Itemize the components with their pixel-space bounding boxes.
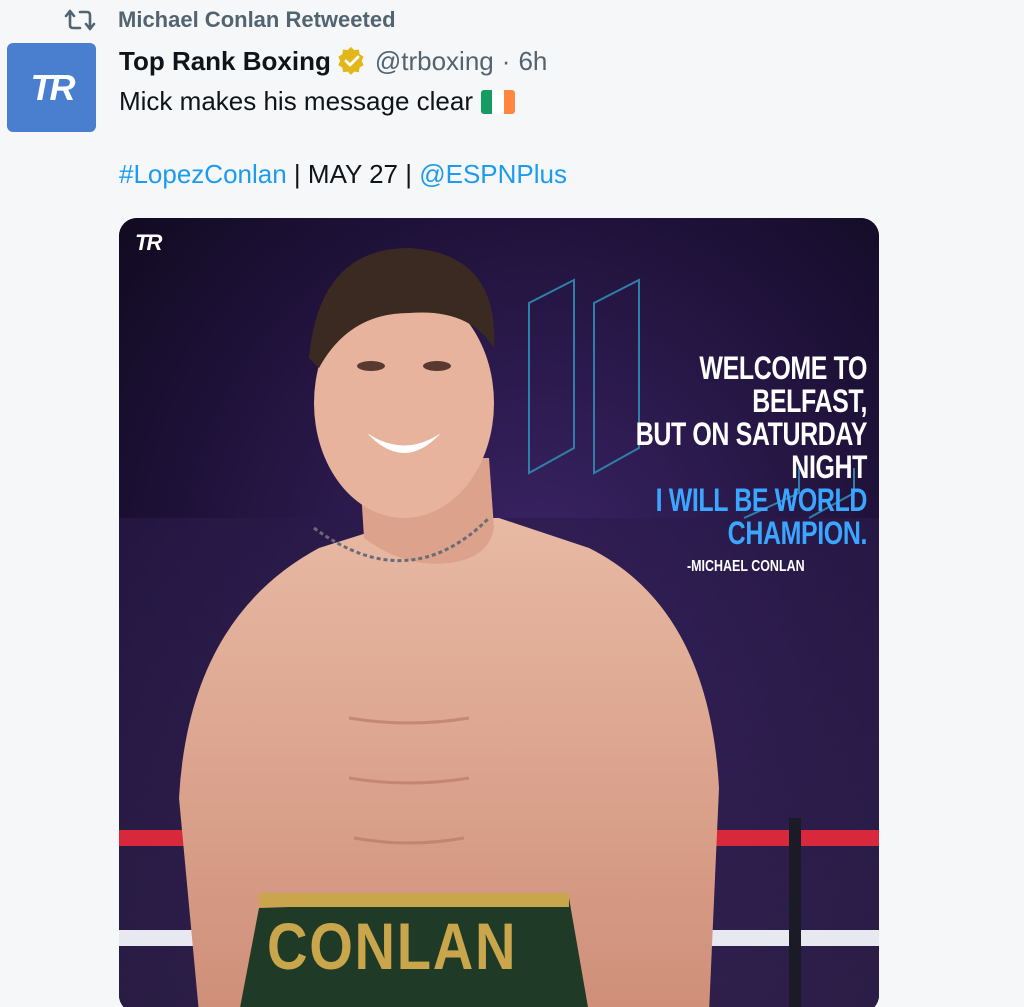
retweet-icon xyxy=(64,7,96,33)
media-logo: TR xyxy=(135,230,162,255)
quote-attribution: -MICHAEL CONLAN xyxy=(686,558,805,575)
author-avatar[interactable]: TR xyxy=(7,43,96,132)
mention-link[interactable]: @ESPNPlus xyxy=(419,159,567,189)
retweet-label: Michael Conlan Retweeted xyxy=(118,7,396,32)
tweet-text: Mick makes his message clear xyxy=(119,86,515,117)
tweet-media-image[interactable]: TR WELCOME TO BELFAST, BUT ON SATURDAY N… xyxy=(119,218,879,1007)
boxer-photo-illustration xyxy=(119,218,879,1007)
header-separator: · xyxy=(501,45,511,76)
shorts-lettering: CONLAN xyxy=(267,909,518,983)
author-name[interactable]: Top Rank Boxing xyxy=(119,46,331,77)
tags-separator-1: | xyxy=(286,159,308,189)
tweet-card[interactable]: Michael Conlan Retweeted TR Top Rank Box… xyxy=(0,0,1024,1007)
quote-line-2: BUT ON SATURDAY NIGHT xyxy=(635,416,868,485)
author-handle[interactable]: @trboxing xyxy=(375,46,494,77)
ireland-flag-icon xyxy=(481,89,515,114)
quote-line-3: I WILL BE WORLD CHAMPION. xyxy=(655,482,868,551)
media-quote: WELCOME TO BELFAST, BUT ON SATURDAY NIGH… xyxy=(602,350,868,576)
verified-badge-icon[interactable] xyxy=(337,46,367,76)
retweet-context[interactable]: Michael Conlan Retweeted xyxy=(64,4,396,36)
avatar-logo: TR xyxy=(30,66,76,108)
event-date: MAY 27 xyxy=(307,159,398,189)
tweet-body: Mick makes his message clear xyxy=(119,86,473,116)
tweet-timestamp[interactable]: 6h xyxy=(518,46,547,77)
tweet-header: Top Rank Boxing @trboxing · 6h xyxy=(119,42,547,80)
quote-line-1: WELCOME TO BELFAST, xyxy=(699,350,867,419)
tags-separator-2: | xyxy=(398,159,420,189)
tweet-tags-line: #LopezConlan | MAY 27 | @ESPNPlus xyxy=(119,159,567,190)
hashtag-link[interactable]: #LopezConlan xyxy=(119,159,287,189)
